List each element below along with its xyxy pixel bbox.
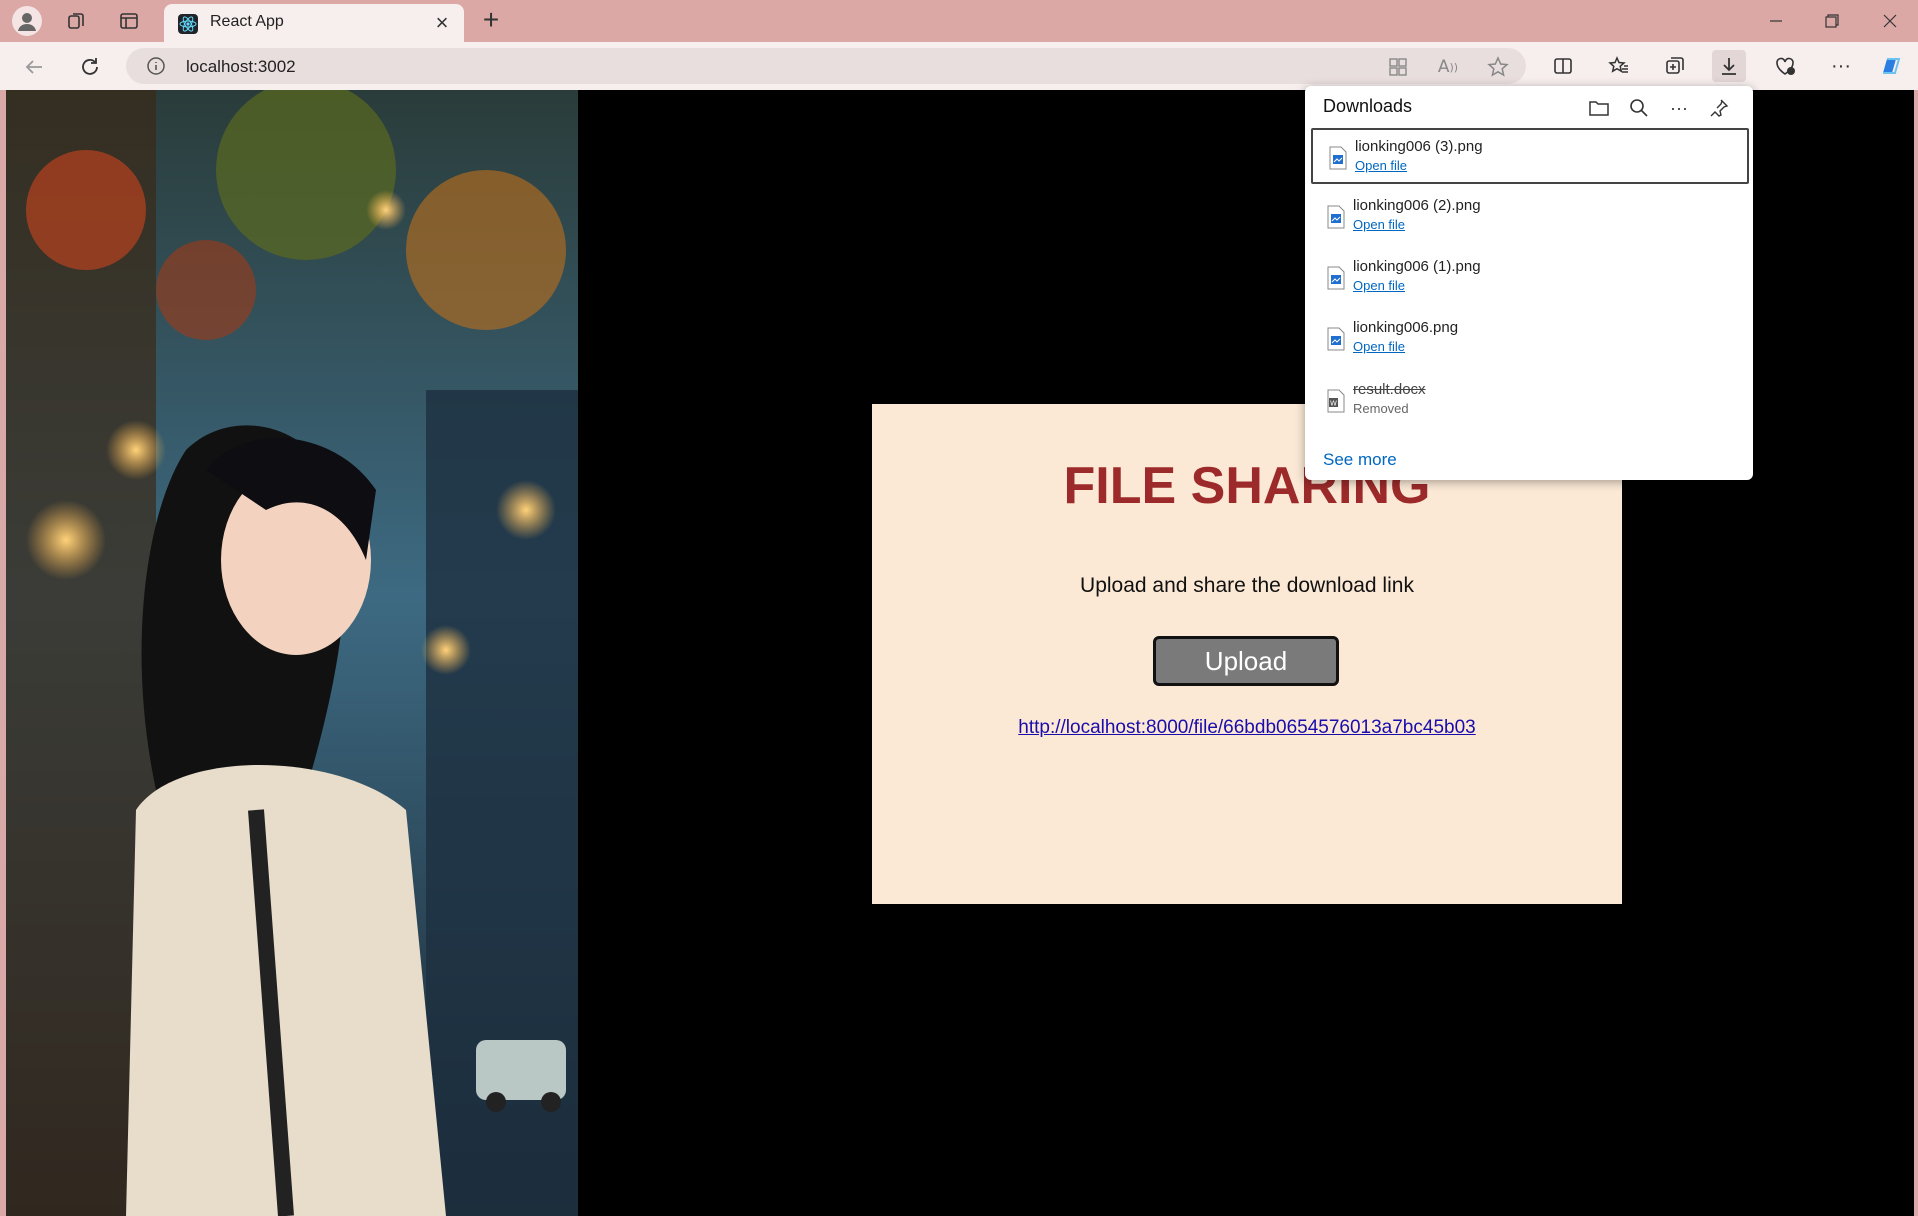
see-more-link[interactable]: See more xyxy=(1323,450,1397,470)
title-bar: React App × + xyxy=(0,0,1918,42)
app-available-icon[interactable] xyxy=(1386,55,1410,79)
download-item[interactable]: lionking006 (3).png Open file xyxy=(1311,128,1749,184)
page-subtitle: Upload and share the download link xyxy=(1080,574,1414,597)
react-icon xyxy=(178,14,198,34)
download-filename: result.docx xyxy=(1353,381,1426,398)
more-options-icon[interactable]: ··· xyxy=(1665,94,1693,122)
removed-status: Removed xyxy=(1353,401,1409,416)
download-filename: lionking006 (2).png xyxy=(1353,197,1481,214)
background-artwork xyxy=(6,90,578,1216)
vertical-tabs-icon[interactable] xyxy=(116,8,142,34)
workspaces-icon[interactable] xyxy=(64,8,90,34)
tab-close-icon[interactable]: × xyxy=(430,10,454,35)
svg-text:W: W xyxy=(1330,400,1337,408)
favorites-icon[interactable] xyxy=(1602,50,1636,82)
refresh-icon[interactable] xyxy=(76,53,104,81)
copilot-icon[interactable] xyxy=(1874,50,1908,82)
image-file-icon xyxy=(1326,205,1348,229)
download-filename: lionking006.png xyxy=(1353,319,1459,336)
download-item[interactable]: lionking006 (1).png Open file xyxy=(1311,250,1749,306)
downloads-title: Downloads xyxy=(1323,96,1413,116)
search-icon[interactable] xyxy=(1625,94,1653,122)
word-file-icon: W xyxy=(1326,389,1348,413)
download-item[interactable]: W result.docx Removed xyxy=(1311,373,1749,429)
image-file-icon xyxy=(1326,266,1348,290)
read-aloud-icon[interactable]: A)) xyxy=(1436,55,1460,79)
download-filename: lionking006 (3).png xyxy=(1355,138,1483,155)
pin-icon[interactable] xyxy=(1705,94,1733,122)
new-tab-button[interactable]: + xyxy=(476,6,506,36)
more-options-icon[interactable]: ··· xyxy=(1824,50,1858,82)
address-bar[interactable]: localhost:3002 A)) xyxy=(126,48,1526,84)
minimize-button[interactable] xyxy=(1756,6,1796,36)
open-file-link[interactable]: Open file xyxy=(1353,278,1405,293)
download-item[interactable]: lionking006.png Open file xyxy=(1311,311,1749,367)
back-arrow-icon[interactable] xyxy=(20,53,48,81)
info-icon[interactable] xyxy=(146,56,166,81)
open-file-link[interactable]: Open file xyxy=(1353,339,1405,354)
download-link[interactable]: http://localhost:8000/file/66bdb06545760… xyxy=(872,717,1622,739)
collections-icon[interactable] xyxy=(1658,50,1692,82)
image-file-icon xyxy=(1328,146,1350,170)
open-file-link[interactable]: Open file xyxy=(1353,217,1405,232)
url-text[interactable]: localhost:3002 xyxy=(186,57,296,77)
open-folder-icon[interactable] xyxy=(1585,94,1613,122)
tab-react-app[interactable]: React App × xyxy=(164,4,464,42)
restore-button[interactable] xyxy=(1812,6,1852,36)
close-window-button[interactable] xyxy=(1870,6,1910,36)
browser-toolbar: localhost:3002 A)) ··· xyxy=(0,42,1918,90)
downloads-icon[interactable] xyxy=(1712,50,1746,82)
image-file-icon xyxy=(1326,327,1348,351)
split-screen-icon[interactable] xyxy=(1546,50,1580,82)
downloads-panel: Downloads ··· lionking006 (3).png Open f… xyxy=(1305,86,1753,480)
profile-avatar[interactable] xyxy=(12,6,42,36)
open-file-link[interactable]: Open file xyxy=(1355,158,1407,173)
browser-essentials-icon[interactable] xyxy=(1768,50,1802,82)
tab-title: React App xyxy=(210,13,284,30)
favorite-star-icon[interactable] xyxy=(1486,55,1510,79)
person-icon xyxy=(18,13,36,31)
download-item[interactable]: lionking006 (2).png Open file xyxy=(1311,189,1749,245)
download-filename: lionking006 (1).png xyxy=(1353,258,1481,275)
upload-button[interactable]: Upload xyxy=(1153,636,1339,686)
